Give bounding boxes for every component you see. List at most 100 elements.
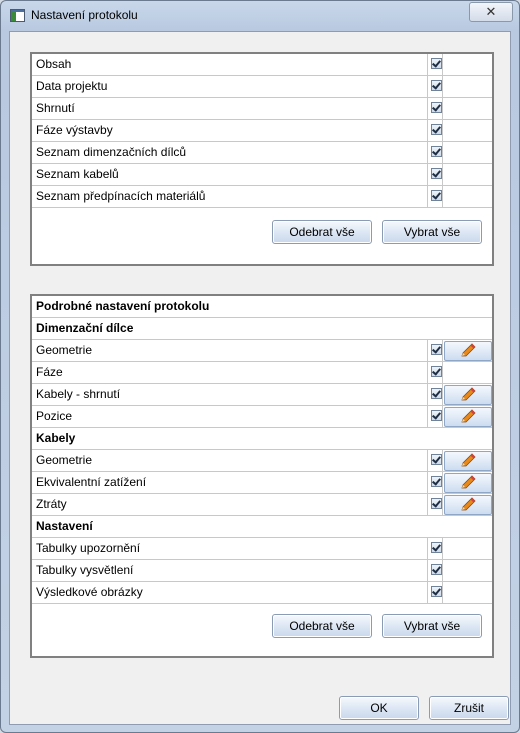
checkmark-icon[interactable] — [431, 146, 442, 157]
checkmark-icon[interactable] — [431, 366, 442, 377]
app-icon — [10, 9, 25, 22]
select-all-button[interactable]: Vybrat vše — [382, 220, 482, 244]
list-row-section-0: Obsah — [32, 54, 492, 76]
row-label: Seznam kabelů — [32, 164, 428, 185]
edit-button[interactable] — [444, 451, 492, 471]
checkmark-icon[interactable] — [431, 124, 442, 135]
check-cell — [428, 142, 442, 163]
list-row-detail-2-0: Tabulky upozornění — [32, 538, 492, 560]
list-row-detail-1-2: Ztráty — [32, 494, 492, 516]
checkmark-icon[interactable] — [431, 80, 442, 91]
row-label: Fáze výstavby — [32, 120, 428, 141]
checkmark-icon[interactable] — [431, 410, 442, 421]
edit-cell — [442, 582, 492, 603]
check-cell — [428, 406, 442, 427]
row-label: Seznam dimenzačních dílců — [32, 142, 428, 163]
detail-remove-all-button[interactable]: Odebrat vše — [272, 614, 372, 638]
list-row-detail-0-0: Geometrie — [32, 340, 492, 362]
check-cell — [428, 54, 442, 75]
ok-button[interactable]: OK — [339, 696, 419, 720]
group-header: Kabely — [32, 428, 492, 450]
checkmark-icon[interactable] — [431, 542, 442, 553]
row-label: Geometrie — [32, 340, 428, 361]
edit-cell — [442, 120, 492, 141]
check-cell — [428, 340, 442, 361]
row-label: Pozice — [32, 406, 428, 427]
list-row-section-5: Seznam kabelů — [32, 164, 492, 186]
sections-panel: Obsah Data projektu Shrnutí Fáze výstavby Se… — [30, 52, 494, 266]
edit-cell — [442, 362, 492, 383]
edit-button[interactable] — [444, 341, 492, 361]
list-row-detail-2-2: Výsledkové obrázky — [32, 582, 492, 604]
checkmark-icon[interactable] — [431, 102, 442, 113]
check-cell — [428, 472, 442, 493]
row-label: Výsledkové obrázky — [32, 582, 428, 603]
checkmark-icon[interactable] — [431, 454, 442, 465]
edit-cell — [442, 54, 492, 75]
list-row-section-6: Seznam předpínacích materiálů — [32, 186, 492, 208]
list-row-detail-0-3: Pozice — [32, 406, 492, 428]
list-row-detail-0-2: Kabely - shrnutí — [32, 384, 492, 406]
row-label: Obsah — [32, 54, 428, 75]
row-label: Ztráty — [32, 494, 428, 515]
title-bar: Nastavení protokolu ✕ — [1, 1, 519, 31]
close-button[interactable]: ✕ — [469, 2, 513, 22]
check-cell — [428, 98, 442, 119]
check-cell — [428, 362, 442, 383]
edit-button[interactable] — [444, 473, 492, 493]
edit-cell — [442, 560, 492, 581]
detail-title: Podrobné nastavení protokolu — [32, 296, 492, 318]
check-cell — [428, 582, 442, 603]
checkmark-icon[interactable] — [431, 344, 442, 355]
checkmark-icon[interactable] — [431, 168, 442, 179]
checkmark-icon[interactable] — [431, 58, 442, 69]
list-row-detail-0-1: Fáze — [32, 362, 492, 384]
edit-cell — [442, 472, 492, 493]
edit-cell — [442, 142, 492, 163]
detail-settings-panel: Podrobné nastavení protokolu Dimenzační … — [30, 294, 494, 658]
group-header: Nastavení — [32, 516, 492, 538]
edit-cell — [442, 494, 492, 515]
list-row-section-2: Shrnutí — [32, 98, 492, 120]
edit-button[interactable] — [444, 385, 492, 405]
check-cell — [428, 164, 442, 185]
dialog-content: Obsah Data projektu Shrnutí Fáze výstavby Se… — [9, 31, 511, 725]
window-title: Nastavení protokolu — [31, 8, 138, 22]
edit-button[interactable] — [444, 407, 492, 427]
detail-select-all-button[interactable]: Vybrat vše — [382, 614, 482, 638]
check-cell — [428, 186, 442, 207]
list-row-section-3: Fáze výstavby — [32, 120, 492, 142]
row-label: Kabely - shrnutí — [32, 384, 428, 405]
checkmark-icon[interactable] — [431, 190, 442, 201]
check-cell — [428, 120, 442, 141]
row-label: Ekvivalentní zatížení — [32, 472, 428, 493]
row-label: Tabulky vysvětlení — [32, 560, 428, 581]
checkmark-icon[interactable] — [431, 388, 442, 399]
row-label: Geometrie — [32, 450, 428, 471]
edit-cell — [442, 186, 492, 207]
edit-cell — [442, 76, 492, 97]
edit-cell — [442, 406, 492, 427]
list-row-detail-1-1: Ekvivalentní zatížení — [32, 472, 492, 494]
remove-all-button[interactable]: Odebrat vše — [272, 220, 372, 244]
edit-cell — [442, 384, 492, 405]
list-row-detail-2-1: Tabulky vysvětlení — [32, 560, 492, 582]
edit-cell — [442, 340, 492, 361]
check-cell — [428, 560, 442, 581]
edit-cell — [442, 98, 492, 119]
checkmark-icon[interactable] — [431, 586, 442, 597]
list-row-section-4: Seznam dimenzačních dílců — [32, 142, 492, 164]
row-label: Data projektu — [32, 76, 428, 97]
checkmark-icon[interactable] — [431, 564, 442, 575]
cancel-button[interactable]: Zrušit — [429, 696, 509, 720]
check-cell — [428, 538, 442, 559]
check-cell — [428, 384, 442, 405]
checkmark-icon[interactable] — [431, 498, 442, 509]
edit-button[interactable] — [444, 495, 492, 515]
check-cell — [428, 494, 442, 515]
edit-cell — [442, 538, 492, 559]
list-row-detail-1-0: Geometrie — [32, 450, 492, 472]
checkmark-icon[interactable] — [431, 476, 442, 487]
edit-cell — [442, 164, 492, 185]
row-label: Shrnutí — [32, 98, 428, 119]
